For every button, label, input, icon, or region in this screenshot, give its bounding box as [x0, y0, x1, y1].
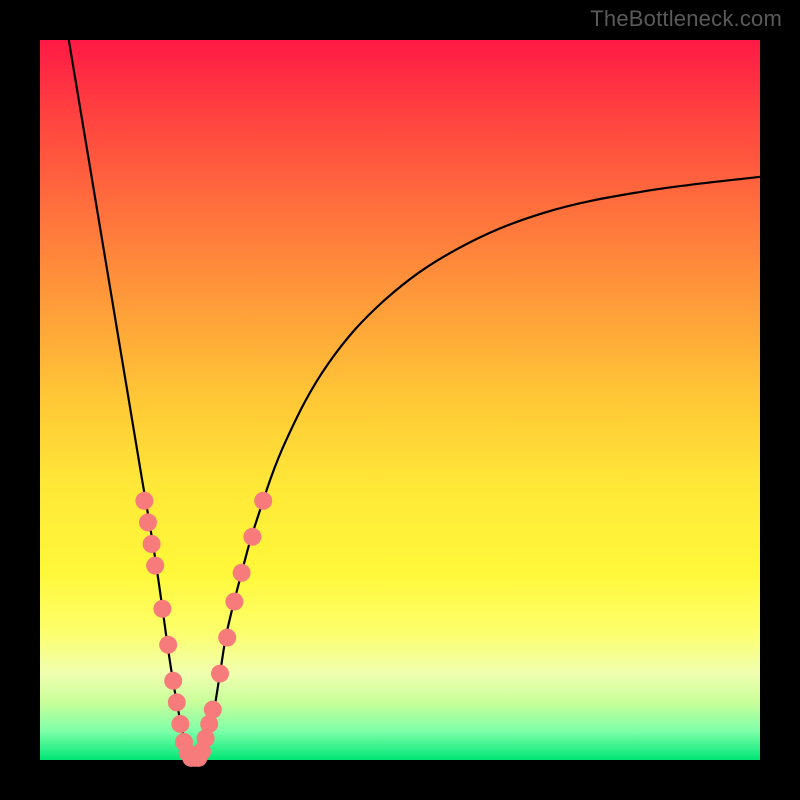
watermark-label: TheBottleneck.com — [590, 6, 782, 32]
bottleneck-marker — [143, 535, 161, 553]
bottleneck-marker — [171, 715, 189, 733]
bottleneck-marker — [159, 636, 177, 654]
bottleneck-marker — [233, 564, 251, 582]
chart-plot-area — [40, 40, 760, 760]
bottleneck-marker — [164, 672, 182, 690]
bottleneck-curve-path — [69, 40, 760, 762]
bottleneck-marker — [135, 492, 153, 510]
bottleneck-marker — [218, 629, 236, 647]
bottleneck-marker — [254, 492, 272, 510]
bottleneck-marker — [211, 665, 229, 683]
bottleneck-marker — [153, 600, 171, 618]
bottleneck-marker — [243, 528, 261, 546]
bottleneck-marker — [168, 693, 186, 711]
bottleneck-curve-svg — [40, 40, 760, 760]
bottleneck-marker — [139, 513, 157, 531]
bottleneck-marker — [146, 557, 164, 575]
bottleneck-curve-markers — [135, 492, 272, 767]
bottleneck-marker — [204, 701, 222, 719]
bottleneck-marker — [225, 593, 243, 611]
